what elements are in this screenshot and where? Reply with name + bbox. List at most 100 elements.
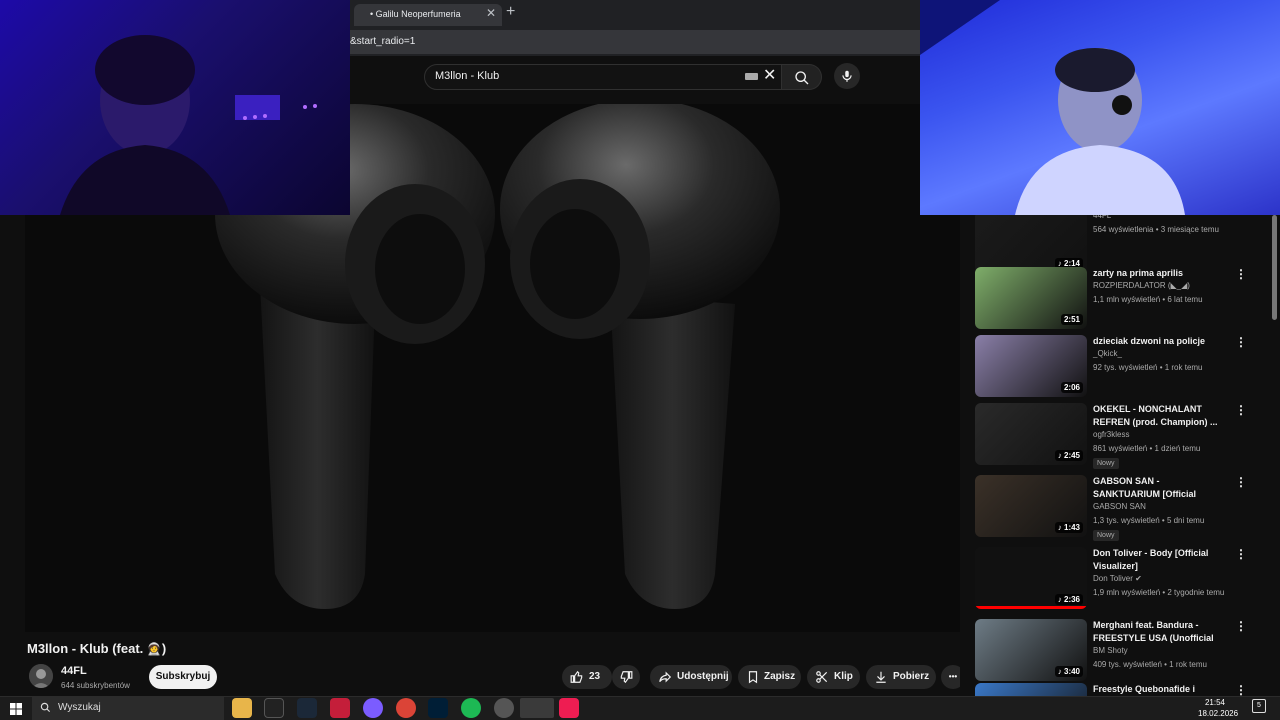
more-options-icon[interactable]: ⋮ (1235, 403, 1247, 417)
recommendation-item[interactable]: Freestyle Quebonafide i Solara ⋮ (975, 683, 1260, 696)
video-thumbnail[interactable] (975, 683, 1087, 696)
app-gray-icon[interactable] (494, 698, 514, 718)
channel-name[interactable]: 44FL (61, 665, 87, 677)
share-button[interactable]: Udostępnij (650, 665, 732, 689)
share-label: Udostępnij (677, 671, 729, 682)
spotify-icon[interactable] (461, 698, 481, 718)
video-thumbnail[interactable]: ♪ 2:36 (975, 547, 1087, 609)
video-thumbnail[interactable]: ♪ 2:14 (975, 215, 1087, 273)
video-title-text: M3llon - Klub (feat. (27, 641, 147, 656)
channel-avatar[interactable] (29, 664, 53, 688)
more-options-icon[interactable]: ⋮ (1235, 475, 1247, 489)
more-options-icon[interactable]: ⋮ (1235, 335, 1247, 349)
video-thumbnail[interactable]: ♪ 2:45 (975, 403, 1087, 465)
epic-games-icon[interactable] (264, 698, 284, 718)
taskbar-search[interactable]: Wyszukaj (32, 696, 224, 720)
thumbs-up-icon (570, 670, 583, 683)
address-bar[interactable]: &start_radio=1 (350, 30, 920, 54)
like-count: 23 (589, 671, 601, 682)
tab-title: • Galilu Neoperfumeria (370, 9, 461, 19)
recommendation-channel[interactable]: 44FL (1093, 215, 1111, 220)
recommendation-item[interactable]: 2:06 dzieciak dzwoni na policje _Qkick_ 92 … (975, 335, 1260, 399)
recommendation-item[interactable]: ♪ 2:45 OKEKEL - NONCHALANT REFREN (prod. … (975, 403, 1260, 469)
more-options-icon[interactable]: ⋮ (1235, 267, 1247, 281)
more-options-icon[interactable]: ⋮ (1235, 619, 1247, 633)
tiktok-icon[interactable] (559, 698, 579, 718)
download-button[interactable]: Pobierz (866, 665, 936, 689)
watch-progress-bar (975, 606, 1087, 609)
tab-close-icon[interactable]: ✕ (486, 6, 496, 20)
video-title: M3llon - Klub (feat. 🧑‍🚀) (27, 641, 166, 656)
like-button[interactable]: 23 (562, 665, 612, 689)
search-input[interactable]: M3llon - Klub (424, 64, 782, 90)
recommendation-channel[interactable]: ogfr3kless (1093, 430, 1129, 439)
microphone-icon (842, 70, 852, 82)
webcam-overlay-right (920, 0, 1280, 215)
windows-start-icon[interactable] (10, 703, 22, 715)
recommendation-meta: 1,9 mln wyświetleń • 2 tygodnie temu (1093, 588, 1225, 597)
duration-badge: ♪ 3:40 (1054, 666, 1083, 677)
app-red-icon[interactable] (330, 698, 350, 718)
more-options-icon[interactable]: ⋮ (1235, 547, 1247, 561)
recommendation-meta: 1,1 mln wyświetleń • 6 lat temu (1093, 295, 1203, 304)
subscriber-count: 644 subskrybentów (61, 681, 130, 690)
streamer-silhouette (60, 35, 317, 215)
save-button[interactable]: Zapisz (738, 665, 801, 689)
recommendation-channel[interactable]: ROZPIERDALATOR (◣_◢) (1093, 281, 1190, 290)
keyboard-icon[interactable] (745, 73, 758, 80)
discord-icon[interactable] (363, 698, 383, 718)
recommendation-meta: 92 tys. wyświetleń • 1 rok temu (1093, 363, 1203, 372)
notification-center-icon[interactable]: 5 (1252, 699, 1266, 713)
video-thumbnail[interactable]: ♪ 1:43 (975, 475, 1087, 537)
notification-count: 5 (1257, 702, 1261, 709)
recommendation-item[interactable]: ♪ 1:43 GABSON SAN - SANKTUARIUM [Official… (975, 475, 1260, 541)
recommendation-meta: 409 tys. wyświetleń • 1 rok temu (1093, 660, 1207, 669)
video-thumbnail[interactable]: 2:06 (975, 335, 1087, 397)
recommendation-item[interactable]: ♪ 2:14 44FL 564 wyświetlenia • 3 miesiące … (975, 215, 1260, 275)
sidebar-scrollbar[interactable] (1272, 215, 1277, 320)
recommendation-title[interactable]: GABSON SAN - SANKTUARIUM [Official Music… (1093, 475, 1223, 501)
recommendation-item[interactable]: ♪ 2:36 Don Toliver - Body [Official Visua… (975, 547, 1260, 611)
chrome-icon[interactable] (396, 698, 416, 718)
subscribe-button[interactable]: Subskrybuj (149, 665, 217, 689)
video-thumbnail[interactable]: 2:51 (975, 267, 1087, 329)
recommendation-item[interactable]: ♪ 3:40 Merghani feat. Bandura - FREESTYLE… (975, 619, 1260, 683)
recommendation-title[interactable]: Merghani feat. Bandura - FREESTYLE USA (… (1093, 619, 1223, 645)
search-icon (40, 702, 51, 713)
recommendation-channel[interactable]: GABSON SAN (1093, 502, 1146, 511)
recommendation-channel[interactable]: BM Shoty (1093, 646, 1128, 655)
recommendation-item[interactable]: 2:51 zarty na prima aprilis ROZPIERDALATOR… (975, 267, 1260, 331)
dislike-button[interactable] (612, 665, 640, 689)
new-tab-button[interactable]: + (506, 3, 515, 21)
duration-badge: 2:51 (1060, 314, 1083, 325)
recommendation-channel[interactable]: _Qkick_ (1093, 349, 1122, 358)
recommendation-title[interactable]: zarty na prima aprilis (1093, 267, 1223, 280)
more-options-icon[interactable]: ⋮ (1235, 683, 1247, 696)
duration-badge: ♪ 1:43 (1054, 522, 1083, 533)
download-icon (876, 671, 886, 683)
recommendation-title[interactable]: OKEKEL - NONCHALANT REFREN (prod. Champi… (1093, 403, 1223, 429)
video-title-end: ) (161, 641, 167, 656)
browser-tab[interactable]: • Galilu Neoperfumeria ✕ (354, 4, 502, 26)
recommendation-title[interactable]: dzieciak dzwoni na policje (1093, 335, 1223, 348)
duration-badge: ♪ 2:36 (1054, 594, 1083, 605)
clear-search-icon[interactable]: ✕ (763, 68, 776, 84)
search-button[interactable] (782, 64, 822, 90)
streamer-silhouette (920, 0, 1185, 215)
video-thumbnail[interactable]: ♪ 3:40 (975, 619, 1087, 681)
photoshop-icon[interactable] (428, 698, 448, 718)
duration-badge: 2:06 (1060, 382, 1083, 393)
taskbar-clock[interactable]: 21:54 18.02.2026 (1198, 697, 1238, 719)
chrome-active-icon[interactable] (520, 698, 554, 718)
scissors-icon (816, 671, 828, 683)
file-explorer-icon[interactable] (232, 698, 252, 718)
recommendation-channel[interactable]: Don Toliver ✔ (1093, 574, 1142, 583)
taskbar-search-placeholder: Wyszukaj (58, 702, 101, 713)
voice-search-button[interactable] (834, 63, 860, 89)
steam-icon[interactable] (297, 698, 317, 718)
clip-button[interactable]: Klip (807, 665, 860, 689)
recommendation-meta: 564 wyświetlenia • 3 miesiące temu (1093, 225, 1219, 234)
recommendation-title[interactable]: Don Toliver - Body [Official Visualizer] (1093, 547, 1223, 573)
recommendation-title[interactable]: Freestyle Quebonafide i Solara (1093, 683, 1223, 696)
new-badge: Nowy (1093, 530, 1119, 541)
